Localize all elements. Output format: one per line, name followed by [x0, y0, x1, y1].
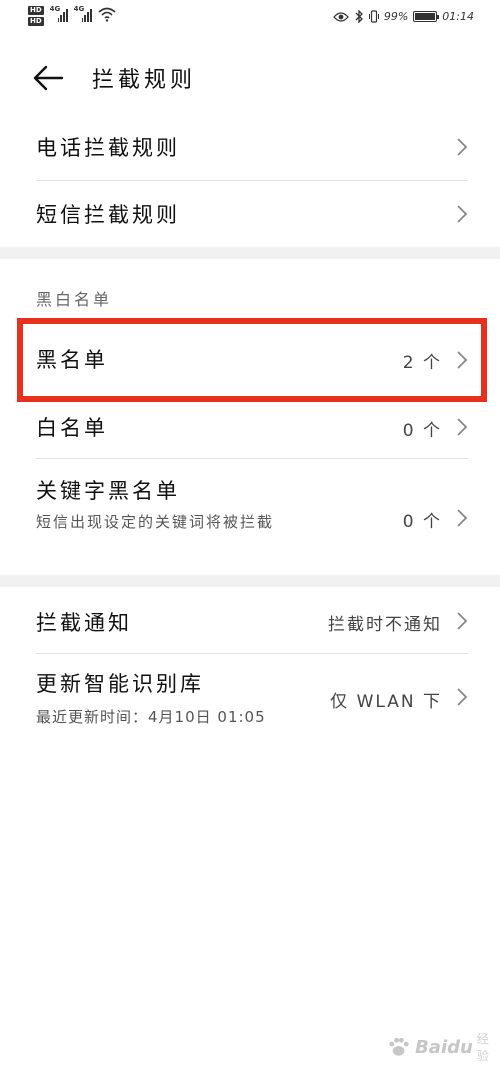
list-item-label: 更新智能识别库	[36, 672, 204, 696]
signal-icon: 4G	[49, 5, 68, 22]
bluetooth-icon	[355, 10, 363, 23]
list-item-label: 关键字黑名单	[36, 479, 180, 503]
list-item-subtitle: 最近更新时间：4月10日 01:05	[36, 708, 266, 726]
whitelist-count: 0 个	[402, 421, 442, 441]
sms-intercept-rules-item[interactable]: 短信拦截规则	[0, 181, 500, 247]
keyword-blacklist-item[interactable]: 关键字黑名单 短信出现设定的关键词将被拦截 0 个	[0, 459, 500, 575]
chevron-right-icon	[457, 418, 468, 436]
vibrate-icon	[368, 10, 379, 23]
battery-percent: 99%	[383, 10, 409, 23]
app-header: 拦截规则	[0, 50, 500, 106]
section-separator	[0, 247, 500, 259]
keyword-count: 0 个	[402, 512, 442, 532]
section-separator	[0, 575, 500, 587]
status-bar: HD HD 4G 4G 99% 01:14	[0, 0, 500, 36]
watermark: Baidu 经验	[386, 1030, 500, 1064]
clock: 01:14	[442, 10, 474, 23]
watermark-brand: Baidu	[415, 1036, 473, 1058]
chevron-right-icon	[457, 612, 468, 630]
list-item-label: 拦截通知	[36, 611, 132, 635]
update-condition: 仅 WLAN 下	[330, 692, 442, 712]
status-right: 99% 01:14	[332, 10, 474, 23]
intercept-notification-item[interactable]: 拦截通知 拦截时不通知	[0, 587, 500, 653]
page-title: 拦截规则	[92, 68, 197, 93]
chevron-right-icon	[457, 205, 468, 223]
list-item-label: 电话拦截规则	[36, 136, 180, 160]
chevron-right-icon	[457, 509, 468, 527]
paw-logo-icon	[389, 1037, 409, 1056]
watermark-suffix: 经验	[476, 1032, 489, 1063]
network-type-label: 4G	[73, 5, 85, 13]
notification-setting: 拦截时不通知	[328, 615, 442, 635]
network-type-label: 4G	[49, 5, 61, 13]
whitelist-item[interactable]: 白名单 0 个	[0, 400, 500, 458]
eye-icon	[332, 11, 349, 22]
status-left: HD HD 4G 4G	[28, 5, 116, 26]
list-item-label: 白名单	[36, 416, 108, 440]
chevron-right-icon	[457, 138, 468, 156]
wifi-icon	[98, 7, 116, 22]
phone-intercept-rules-item[interactable]: 电话拦截规则	[0, 114, 500, 180]
highlight-box	[17, 318, 487, 402]
hd-badge: HD	[28, 17, 44, 26]
update-recognition-library-item[interactable]: 更新智能识别库 最近更新时间：4月10日 01:05 仅 WLAN 下	[0, 654, 500, 740]
signal-icon: 4G	[73, 5, 92, 22]
back-arrow-icon[interactable]	[30, 60, 70, 96]
hd-badge: HD	[28, 6, 44, 15]
chevron-right-icon	[457, 688, 468, 706]
section-title: 黑白名单	[36, 290, 113, 309]
list-item-subtitle: 短信出现设定的关键词将被拦截	[36, 513, 275, 531]
list-item-label: 短信拦截规则	[36, 203, 180, 227]
battery-icon	[413, 11, 440, 22]
